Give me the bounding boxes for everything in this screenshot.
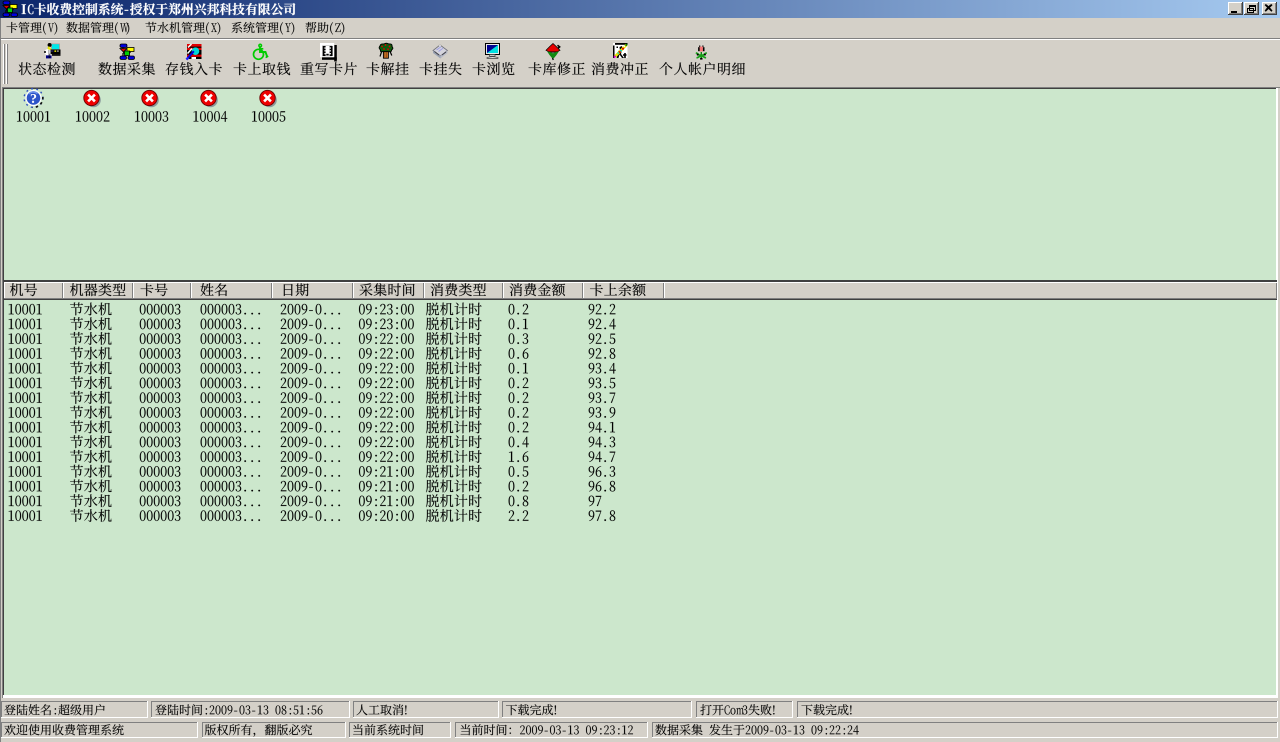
svg-text:?: ? [30,92,37,107]
